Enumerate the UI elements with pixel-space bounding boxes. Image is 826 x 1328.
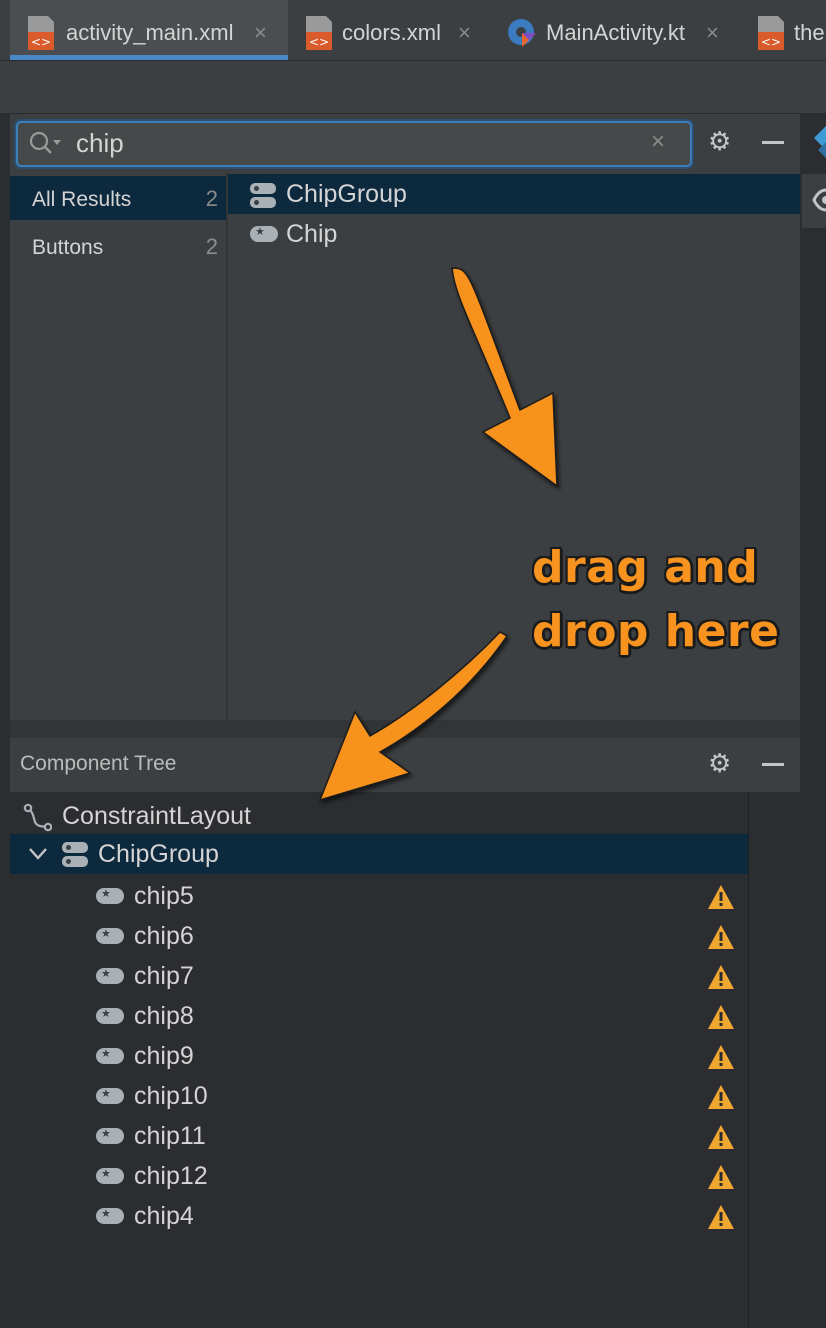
tree-item-root[interactable]: ConstraintLayout bbox=[10, 796, 748, 836]
chip-icon bbox=[96, 1207, 124, 1224]
tab-label: MainActivity.kt bbox=[546, 20, 685, 45]
warning-icon[interactable] bbox=[707, 1084, 735, 1110]
warning-icon[interactable] bbox=[707, 924, 735, 950]
search-icon bbox=[29, 131, 61, 154]
tree-item-chip[interactable]: chip9 bbox=[10, 1036, 748, 1076]
component-tree-title: Component Tree bbox=[20, 752, 177, 775]
warning-icon[interactable] bbox=[707, 1204, 735, 1230]
chip-icon bbox=[96, 927, 124, 944]
tree-item-label: chip7 bbox=[134, 962, 194, 990]
warning-icon[interactable] bbox=[707, 1044, 735, 1070]
tree-item-chip[interactable]: chip5 bbox=[10, 876, 748, 916]
xml-file-icon: <> bbox=[28, 16, 54, 50]
eye-icon[interactable] bbox=[812, 186, 826, 214]
gear-icon[interactable]: ⚙ bbox=[708, 748, 731, 779]
tree-item-chip[interactable]: chip10 bbox=[10, 1076, 748, 1116]
tab-activity-main[interactable]: <> activity_main.xml × bbox=[10, 0, 288, 60]
warning-icon[interactable] bbox=[707, 964, 735, 990]
category-divider bbox=[226, 172, 228, 720]
tree-item-label: chip6 bbox=[134, 922, 194, 950]
category-all-results[interactable]: All Results 2 bbox=[10, 176, 226, 220]
warning-icon[interactable] bbox=[707, 1124, 735, 1150]
close-tab-icon[interactable]: × bbox=[254, 20, 267, 46]
tab-label: activity_main.xml bbox=[66, 20, 234, 45]
editor-toolbar bbox=[0, 61, 826, 114]
active-tab-indicator bbox=[10, 55, 288, 60]
category-count: 2 bbox=[205, 234, 218, 259]
chipgroup-icon bbox=[62, 842, 88, 868]
tree-item-chip[interactable]: chip8 bbox=[10, 996, 748, 1036]
tree-item-chipgroup[interactable]: ChipGroup bbox=[10, 834, 748, 874]
panel-splitter[interactable] bbox=[10, 720, 800, 738]
warning-icon[interactable] bbox=[707, 884, 735, 910]
tree-item-label: chip4 bbox=[134, 1202, 194, 1230]
annotation-line-2: drop here bbox=[532, 606, 780, 657]
tree-item-chip[interactable]: chip12 bbox=[10, 1156, 748, 1196]
chip-icon bbox=[96, 1167, 124, 1184]
result-label: ChipGroup bbox=[286, 180, 407, 208]
category-count: 2 bbox=[205, 186, 218, 211]
tab-colors[interactable]: <> colors.xml × bbox=[290, 0, 486, 60]
chip-icon bbox=[96, 1007, 124, 1024]
tree-item-label: chip11 bbox=[134, 1122, 206, 1150]
tab-label: colors.xml bbox=[342, 20, 442, 45]
design-surface-edge bbox=[802, 114, 826, 1328]
chip-icon bbox=[96, 1047, 124, 1064]
tree-item-label: chip5 bbox=[134, 882, 194, 910]
search-query[interactable]: chip bbox=[76, 128, 124, 159]
chip-icon bbox=[96, 967, 124, 984]
gear-icon[interactable]: ⚙ bbox=[708, 126, 731, 157]
tree-item-label: chip8 bbox=[134, 1002, 194, 1030]
tab-label: the bbox=[794, 20, 825, 45]
tree-item-chip[interactable]: chip11 bbox=[10, 1116, 748, 1156]
tree-item-chip[interactable]: chip6 bbox=[10, 916, 748, 956]
category-label: All Results bbox=[32, 188, 132, 211]
tree-item-label: ChipGroup bbox=[98, 840, 219, 868]
warning-icon[interactable] bbox=[707, 1164, 735, 1190]
tree-side-strip bbox=[749, 792, 800, 1328]
chevron-down-icon[interactable] bbox=[28, 846, 48, 862]
clear-search-icon[interactable]: × bbox=[651, 128, 665, 156]
annotation-line-1: drag and bbox=[532, 542, 759, 593]
close-tab-icon[interactable]: × bbox=[706, 20, 719, 46]
tab-main-activity[interactable]: MainActivity.kt × bbox=[492, 0, 740, 60]
svg-text:<>: <> bbox=[761, 35, 781, 49]
tree-item-chip[interactable]: chip7 bbox=[10, 956, 748, 996]
tree-item-label: chip9 bbox=[134, 1042, 194, 1070]
warning-icon[interactable] bbox=[707, 1004, 735, 1030]
svg-text:<>: <> bbox=[309, 35, 329, 49]
category-label: Buttons bbox=[32, 236, 104, 259]
chip-icon bbox=[96, 1127, 124, 1144]
minimize-icon[interactable] bbox=[762, 763, 784, 766]
minimize-icon[interactable] bbox=[762, 141, 784, 144]
xml-file-icon: <> bbox=[758, 16, 784, 50]
kotlin-file-icon bbox=[508, 19, 536, 47]
tab-truncated[interactable]: <> the bbox=[748, 0, 826, 60]
chip-icon bbox=[96, 1087, 124, 1104]
category-buttons[interactable]: Buttons 2 bbox=[10, 224, 226, 268]
close-tab-icon[interactable]: × bbox=[458, 20, 471, 46]
chip-icon bbox=[250, 225, 278, 242]
tree-item-label: ConstraintLayout bbox=[62, 802, 252, 830]
result-label: Chip bbox=[286, 220, 338, 248]
chip-icon bbox=[96, 887, 124, 904]
layers-icon[interactable] bbox=[808, 122, 826, 162]
constraint-layout-icon bbox=[23, 803, 52, 832]
svg-text:<>: <> bbox=[31, 35, 51, 49]
tree-item-label: chip12 bbox=[134, 1162, 208, 1190]
tree-item-chip[interactable]: chip4 bbox=[10, 1196, 748, 1236]
chipgroup-icon bbox=[250, 183, 276, 209]
xml-file-icon: <> bbox=[306, 16, 332, 50]
tree-item-label: chip10 bbox=[134, 1082, 208, 1110]
result-chip[interactable]: Chip bbox=[228, 214, 800, 254]
result-chipgroup[interactable]: ChipGroup bbox=[228, 174, 800, 214]
